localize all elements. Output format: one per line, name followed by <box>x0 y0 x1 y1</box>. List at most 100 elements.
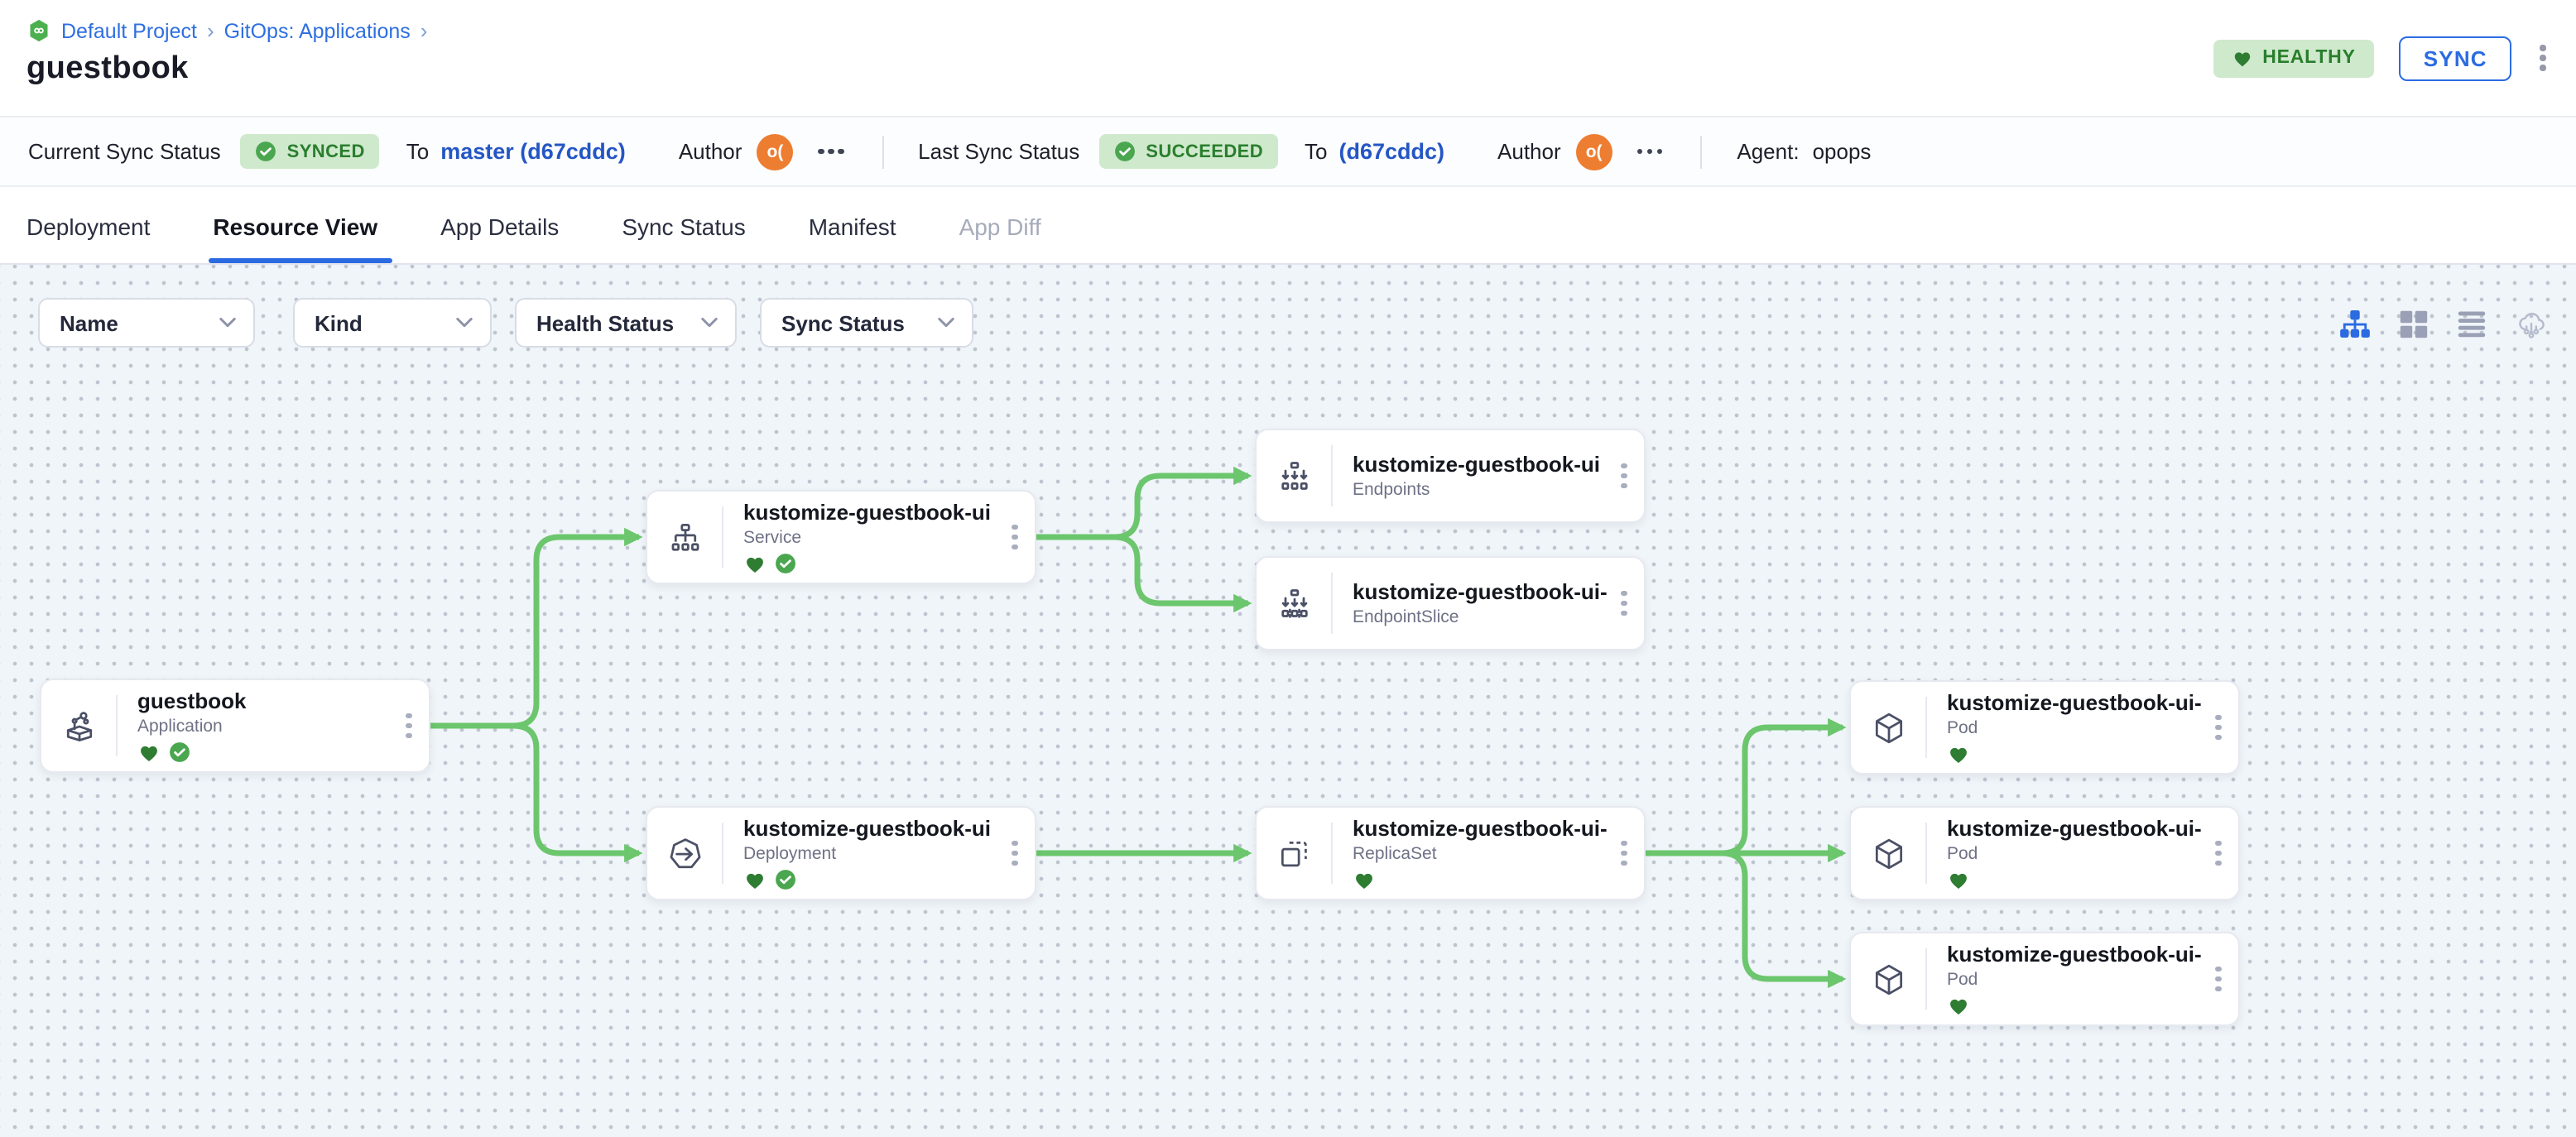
filter-dropdown-name[interactable]: Name <box>38 298 255 348</box>
filter-dropdown-sync-status[interactable]: Sync Status <box>760 298 973 348</box>
healthy-heart-icon <box>1353 868 1376 891</box>
tab-deployment[interactable]: Deployment <box>26 189 150 263</box>
synced-check-icon <box>169 741 190 763</box>
last-sync-status-label: Last Sync Status <box>918 139 1080 164</box>
synced-badge-label: SYNCED <box>286 142 365 161</box>
resource-kind: Service <box>743 527 802 547</box>
kebab-menu-icon[interactable] <box>998 841 1031 866</box>
succeeded-badge-label: SUCCEEDED <box>1146 142 1264 161</box>
author-label: Author <box>678 139 743 164</box>
kebab-menu-icon[interactable] <box>998 525 1031 549</box>
application-icon <box>41 708 116 744</box>
more-options-icon[interactable] <box>1634 142 1666 161</box>
author-label: Author <box>1497 139 1561 164</box>
filter-dropdown-health-status[interactable]: Health Status <box>515 298 737 348</box>
resource-kind: ReplicaSet <box>1353 843 1437 863</box>
resource-node-body: kustomize-guestbook-ui-... EndpointSlice <box>1333 578 1608 628</box>
breadcrumb-project-link[interactable]: Default Project <box>61 19 197 42</box>
resource-name: guestbook <box>137 688 247 712</box>
chevron-down-icon <box>219 316 237 329</box>
pod-icon <box>1851 961 1925 997</box>
resource-node-endpointslice[interactable]: kustomize-guestbook-ui-... EndpointSlice <box>1255 556 1646 650</box>
pod-icon <box>1851 709 1925 746</box>
resource-node-replicaset[interactable]: kustomize-guestbook-ui-... ReplicaSet <box>1255 806 1646 900</box>
resource-kind: Pod <box>1947 717 1978 737</box>
page-title: guestbook <box>26 51 189 86</box>
chevron-down-icon <box>937 316 955 329</box>
breadcrumb-separator: › <box>206 18 214 43</box>
divider <box>1700 135 1703 168</box>
resource-status-icons <box>743 868 998 891</box>
resource-node-deployment[interactable]: kustomize-guestbook-ui Deployment <box>646 806 1036 900</box>
pod-icon <box>1851 835 1925 871</box>
more-options-icon[interactable] <box>815 142 847 161</box>
resource-node-service[interactable]: kustomize-guestbook-ui Service <box>646 490 1036 584</box>
kebab-menu-icon[interactable] <box>1608 591 1641 616</box>
filter-label: Sync Status <box>781 310 905 335</box>
kebab-menu-icon[interactable] <box>2202 715 2235 740</box>
kebab-menu-icon[interactable] <box>1608 841 1641 866</box>
resource-status-icons <box>1947 994 2202 1017</box>
healthy-heart-icon <box>1947 742 1970 765</box>
breadcrumb-separator: › <box>420 18 428 43</box>
kebab-menu-icon[interactable] <box>2537 38 2550 78</box>
service-icon <box>647 519 722 555</box>
resource-name: kustomize-guestbook-ui-... <box>1947 941 2202 966</box>
resource-status-icons <box>1353 868 1608 891</box>
resource-status-icons <box>743 552 998 575</box>
cloud-view-icon[interactable] <box>2515 308 2548 341</box>
filter-label: Kind <box>315 310 363 335</box>
resource-name: kustomize-guestbook-ui-... <box>1947 815 2202 840</box>
current-commit-link[interactable]: master (d67cddc) <box>440 139 626 164</box>
current-sync-status-label: Current Sync Status <box>28 139 221 164</box>
resource-node-body: kustomize-guestbook-ui-... ReplicaSet <box>1333 815 1608 891</box>
resource-node-body: kustomize-guestbook-ui Deployment <box>723 815 998 891</box>
resource-kind: Endpoints <box>1353 479 1430 499</box>
kebab-menu-icon[interactable] <box>1608 463 1641 488</box>
tab-app-diff: App Diff <box>959 213 1041 239</box>
healthy-heart-icon <box>1947 868 1970 891</box>
resource-status-icons <box>137 741 392 764</box>
sync-button[interactable]: SYNC <box>2398 36 2512 80</box>
resource-node-pod2[interactable]: kustomize-guestbook-ui-... Pod <box>1849 806 2240 900</box>
resource-node-body: kustomize-guestbook-ui-... Pod <box>1927 815 2202 891</box>
check-circle-icon <box>256 141 277 162</box>
tree-view-icon[interactable] <box>2339 309 2371 340</box>
check-circle-icon <box>1114 141 1136 162</box>
heart-icon <box>2231 47 2252 69</box>
resource-node-body: kustomize-guestbook-ui-... Pod <box>1927 689 2202 765</box>
resource-node-guestbook[interactable]: guestbook Application <box>40 679 430 773</box>
chevron-down-icon <box>455 316 473 329</box>
agent-value: opops <box>1812 139 1872 164</box>
tab-sync-status[interactable]: Sync Status <box>622 189 745 263</box>
succeeded-badge: SUCCEEDED <box>1099 134 1279 169</box>
resource-node-pod1[interactable]: kustomize-guestbook-ui-... Pod <box>1849 680 2240 775</box>
page-header: Default Project › GitOps: Applications ›… <box>0 0 2576 116</box>
filter-dropdown-kind[interactable]: Kind <box>293 298 492 348</box>
filter-label: Health Status <box>536 310 675 335</box>
sync-status-bar: Current Sync Status SYNCED To master (d6… <box>0 116 2576 187</box>
author-avatar: o( <box>757 133 794 170</box>
health-badge-label: HEALTHY <box>2262 48 2356 68</box>
resource-status-icons <box>1947 868 2202 891</box>
endpoints-icon <box>1257 458 1331 494</box>
last-commit-link[interactable]: (d67cddc) <box>1339 139 1445 164</box>
kebab-menu-icon[interactable] <box>392 713 425 738</box>
resource-node-pod3[interactable]: kustomize-guestbook-ui-... Pod <box>1849 932 2240 1026</box>
kebab-menu-icon[interactable] <box>2202 967 2235 991</box>
resource-kind: Pod <box>1947 843 1978 863</box>
tab-resource-view[interactable]: Resource View <box>208 189 393 263</box>
resource-node-endpoints[interactable]: kustomize-guestbook-ui Endpoints <box>1255 429 1646 523</box>
resource-name: kustomize-guestbook-ui-... <box>1353 578 1608 603</box>
author-avatar: o( <box>1575 133 1612 170</box>
tab-app-details[interactable]: App Details <box>440 189 559 263</box>
resource-kind: Deployment <box>743 843 837 863</box>
breadcrumb-applications-link[interactable]: GitOps: Applications <box>224 19 411 42</box>
kebab-menu-icon[interactable] <box>2202 841 2235 866</box>
header-left: Default Project › GitOps: Applications ›… <box>26 0 427 116</box>
list-view-icon[interactable] <box>2457 309 2487 339</box>
tab-bar: Deployment Resource View App Details Sync S… <box>0 189 2576 265</box>
project-hexagon-icon <box>26 18 51 43</box>
tab-manifest[interactable]: Manifest <box>809 189 896 263</box>
grid-view-icon[interactable] <box>2399 309 2429 339</box>
